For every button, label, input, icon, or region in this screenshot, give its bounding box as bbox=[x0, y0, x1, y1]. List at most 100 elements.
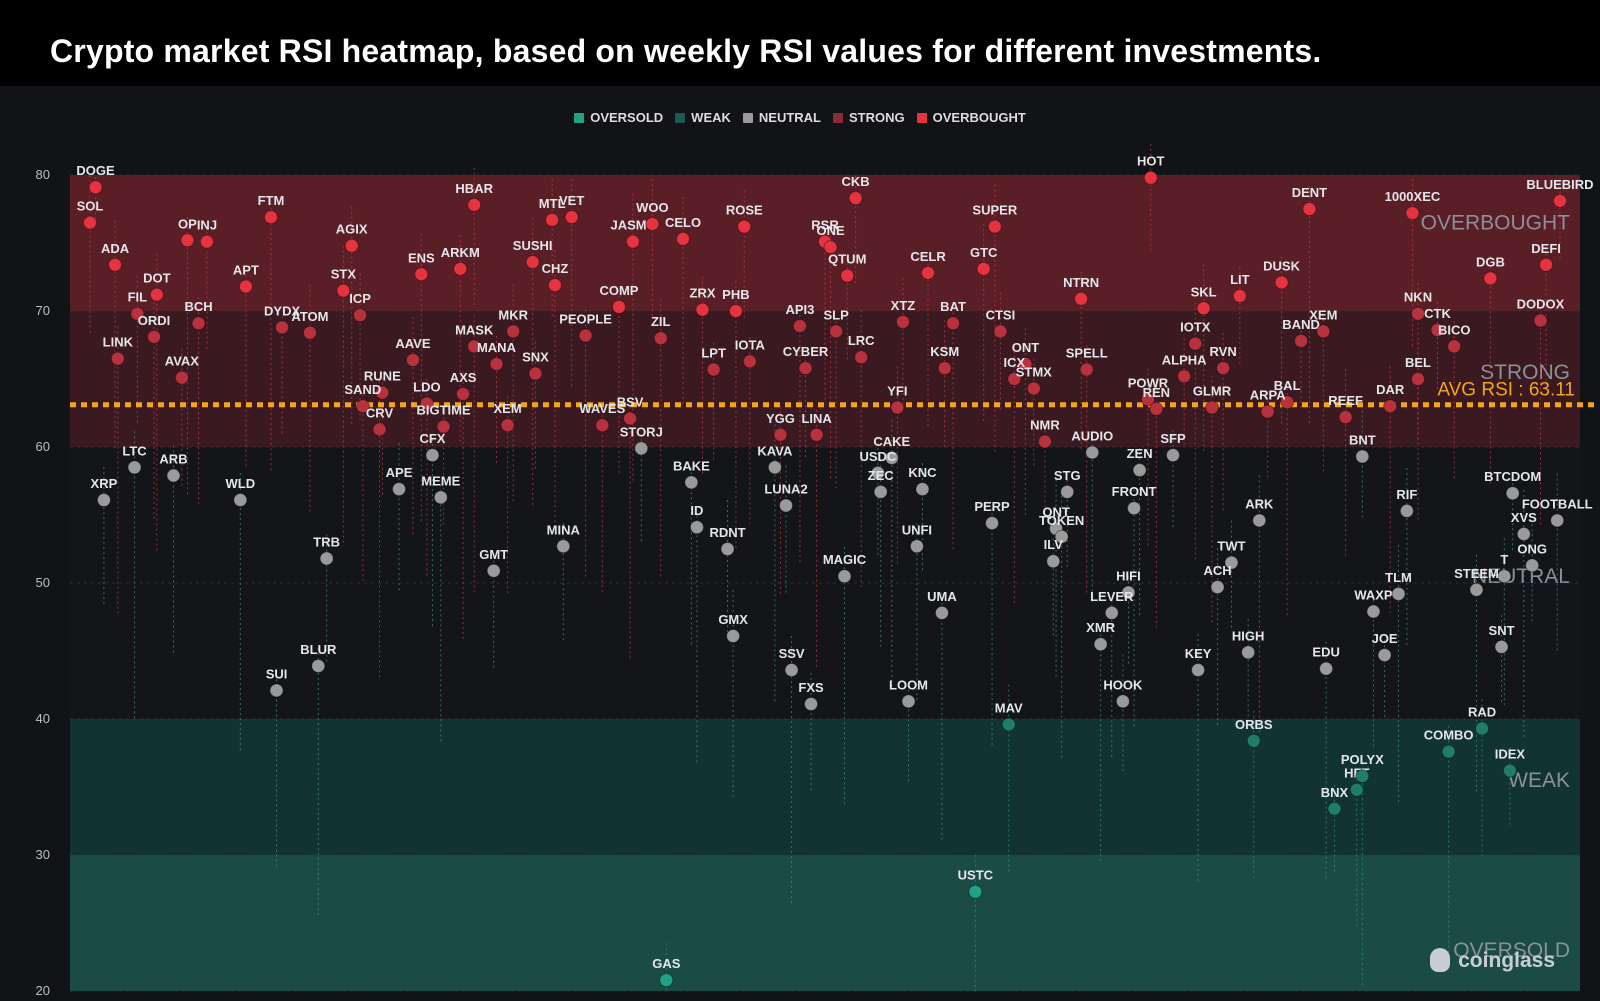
data-point bbox=[110, 351, 125, 366]
point-label: SUI bbox=[266, 666, 288, 681]
point-label: NKN bbox=[1404, 290, 1432, 305]
point-label: XEM bbox=[1309, 307, 1337, 322]
rsi-heatmap-chart: OVERBOUGHTSTRONGNEUTRALWEAKOVERSOLD20304… bbox=[36, 143, 1595, 998]
data-point bbox=[634, 441, 649, 456]
data-point bbox=[1260, 404, 1275, 419]
point-label: BCH bbox=[184, 299, 212, 314]
point-label: STEEM bbox=[1454, 566, 1499, 581]
point-label: DOT bbox=[143, 271, 171, 286]
point-label: HIGH bbox=[1232, 628, 1265, 643]
data-point bbox=[263, 210, 278, 225]
data-point bbox=[689, 520, 704, 535]
point-label: YGG bbox=[766, 411, 795, 426]
point-label: DEFI bbox=[1531, 241, 1561, 256]
data-point bbox=[147, 329, 162, 344]
data-point bbox=[1026, 381, 1041, 396]
data-point bbox=[1191, 663, 1206, 678]
point-label: GTC bbox=[970, 245, 998, 260]
data-point bbox=[1294, 333, 1309, 348]
data-point bbox=[623, 411, 638, 426]
point-label: TRB bbox=[313, 535, 340, 550]
data-point bbox=[915, 482, 930, 497]
point-label: CAKE bbox=[873, 434, 910, 449]
point-label: ENS bbox=[408, 250, 435, 265]
point-label: RIF bbox=[1396, 487, 1417, 502]
data-point bbox=[1483, 271, 1498, 286]
point-label: BAKE bbox=[673, 458, 710, 473]
data-point bbox=[987, 219, 1002, 234]
data-point bbox=[737, 219, 752, 234]
data-point bbox=[895, 314, 910, 329]
data-point bbox=[578, 328, 593, 343]
data-point bbox=[1505, 486, 1520, 501]
data-point bbox=[149, 287, 164, 302]
data-point bbox=[1177, 369, 1192, 384]
data-point bbox=[392, 482, 407, 497]
point-label: COMP bbox=[599, 283, 638, 298]
point-label: ALPHA bbox=[1162, 352, 1207, 367]
data-point bbox=[1338, 410, 1353, 425]
data-point bbox=[890, 400, 905, 415]
data-point bbox=[1516, 527, 1531, 542]
point-label: CHZ bbox=[542, 261, 569, 276]
data-point bbox=[1399, 503, 1414, 518]
data-point bbox=[1060, 484, 1075, 499]
point-label: QTUM bbox=[828, 252, 866, 267]
point-label: LIT bbox=[1230, 272, 1250, 287]
point-label: WAXP bbox=[1354, 588, 1393, 603]
point-label: XTZ bbox=[891, 298, 916, 313]
point-label: POLYX bbox=[1341, 752, 1384, 767]
data-point bbox=[1196, 301, 1211, 316]
point-label: BAT bbox=[940, 299, 966, 314]
legend-label: WEAK bbox=[691, 110, 731, 125]
data-point bbox=[1553, 193, 1567, 208]
point-label: APE bbox=[386, 465, 413, 480]
point-label: WOO bbox=[636, 200, 669, 215]
data-point bbox=[1085, 445, 1100, 460]
point-label: UNFI bbox=[902, 522, 932, 537]
data-point bbox=[1441, 744, 1456, 759]
data-point bbox=[1188, 336, 1203, 351]
point-label: CELR bbox=[910, 249, 946, 264]
data-point bbox=[726, 629, 741, 644]
data-point bbox=[695, 302, 710, 317]
data-point bbox=[742, 354, 757, 369]
point-label: BTCDOM bbox=[1484, 469, 1541, 484]
data-point bbox=[1497, 569, 1512, 584]
point-label: NTRN bbox=[1063, 275, 1099, 290]
data-point bbox=[191, 316, 206, 331]
y-tick-label: 50 bbox=[36, 575, 50, 590]
data-point bbox=[1316, 324, 1331, 339]
zone-band-oversold bbox=[70, 855, 1580, 991]
data-point bbox=[1037, 434, 1052, 449]
data-point bbox=[456, 386, 471, 401]
data-point bbox=[564, 210, 579, 225]
point-label: ARK bbox=[1245, 496, 1274, 511]
data-point bbox=[798, 361, 813, 376]
data-point bbox=[1383, 399, 1398, 414]
point-label: ONT bbox=[1012, 340, 1040, 355]
data-point bbox=[467, 197, 482, 212]
legend-swatch bbox=[833, 113, 843, 123]
data-point bbox=[909, 539, 924, 554]
point-label: LDO bbox=[413, 379, 440, 394]
point-label: INJ bbox=[197, 218, 217, 233]
data-point bbox=[1355, 769, 1370, 784]
data-point bbox=[1143, 170, 1158, 185]
data-point bbox=[595, 418, 610, 433]
data-point bbox=[1149, 401, 1164, 416]
data-point bbox=[405, 352, 420, 367]
data-point bbox=[934, 605, 949, 620]
point-label: CRV bbox=[366, 405, 394, 420]
point-label: CFX bbox=[419, 431, 445, 446]
point-label: BLUEBIRD bbox=[1526, 177, 1593, 192]
data-point bbox=[1349, 782, 1364, 797]
zone-label-weak: WEAK bbox=[1508, 769, 1570, 792]
point-label: ILV bbox=[1044, 537, 1064, 552]
data-point bbox=[180, 233, 195, 248]
point-label: CYBER bbox=[783, 344, 829, 359]
data-point bbox=[625, 234, 640, 249]
data-point bbox=[166, 468, 181, 483]
data-point bbox=[809, 427, 824, 442]
point-label: AUDIO bbox=[1071, 428, 1113, 443]
